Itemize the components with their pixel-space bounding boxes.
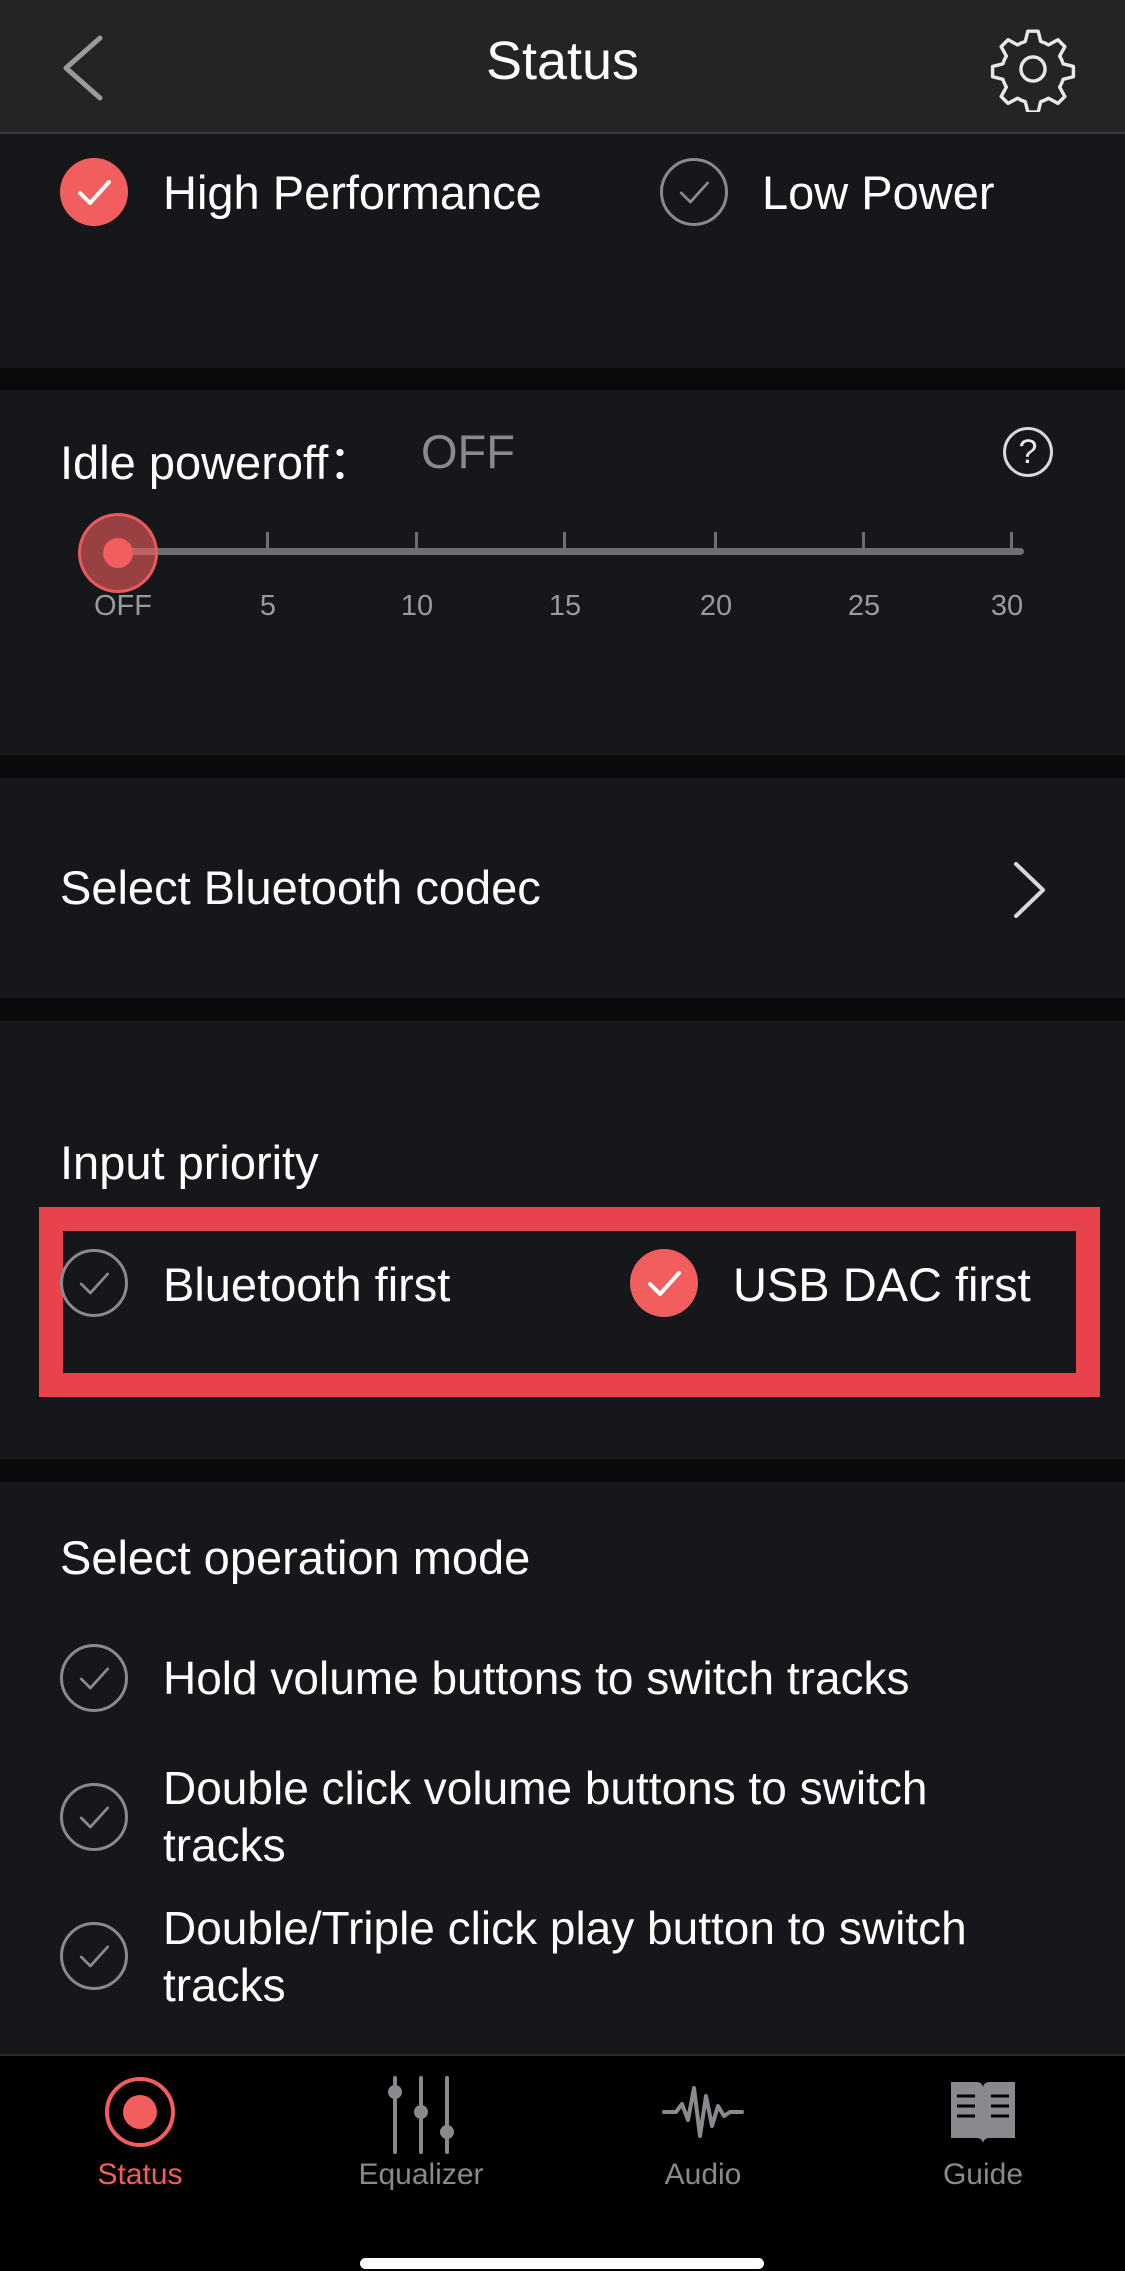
- slider-tick-label: 30: [990, 590, 1024, 622]
- chevron-right-icon: [1005, 858, 1055, 922]
- operation-mode-label-3: Double/Triple click play button to switc…: [163, 1902, 967, 2011]
- status-record-icon: [105, 2077, 175, 2147]
- idle-poweroff-value: OFF: [421, 425, 515, 478]
- input-priority-title: Input priority: [60, 1136, 319, 1189]
- slider-tick-label: 20: [699, 590, 733, 622]
- checkmark-icon: [79, 1272, 110, 1295]
- slider-tick: [862, 532, 865, 552]
- gear-icon: [990, 29, 1076, 114]
- bluetooth-first-radio[interactable]: [60, 1249, 128, 1317]
- high-performance-radio[interactable]: [60, 158, 128, 226]
- slider-tick: [1010, 532, 1013, 552]
- high-performance-label: High Performance: [163, 166, 542, 219]
- tab-audio[interactable]: Audio: [603, 2070, 803, 2220]
- operation-mode-label-2: Double click volume buttons to switch tr…: [163, 1762, 928, 1871]
- operation-mode-label-1: Hold volume buttons to switch tracks: [163, 1652, 910, 1704]
- slider-tick-label: OFF: [94, 590, 152, 622]
- checkmark-icon: [648, 1271, 681, 1296]
- usb-dac-first-radio[interactable]: [630, 1249, 698, 1317]
- checkmark-icon: [79, 1945, 110, 1968]
- slider-tick: [563, 532, 566, 552]
- tab-label: Equalizer: [358, 2158, 484, 2191]
- bluetooth-first-label: Bluetooth first: [163, 1258, 451, 1311]
- operation-mode-radio-1[interactable]: [60, 1644, 128, 1712]
- usb-dac-first-label: USB DAC first: [733, 1258, 1031, 1311]
- operation-mode-title: Select operation mode: [60, 1531, 531, 1584]
- tab-label: Status: [97, 2158, 183, 2191]
- book-icon: [951, 2082, 1015, 2144]
- checkmark-icon: [679, 181, 710, 204]
- audio-waveform-icon: [662, 2086, 744, 2138]
- slider-tick: [415, 532, 418, 552]
- slider-tick: [266, 532, 269, 552]
- tab-status[interactable]: Status: [40, 2070, 240, 2220]
- slider-tick-label: 15: [548, 590, 582, 622]
- idle-poweroff-label: Idle poweroff：: [60, 436, 376, 489]
- tab-label: Audio: [664, 2158, 742, 2191]
- operation-mode-radio-3[interactable]: [60, 1922, 128, 1990]
- checkmark-icon: [78, 180, 111, 205]
- slider-thumb-center: [103, 538, 133, 568]
- bluetooth-codec-label: Select Bluetooth codec: [60, 861, 541, 914]
- help-icon[interactable]: ?: [1003, 427, 1053, 477]
- home-indicator: [360, 2258, 764, 2269]
- low-power-label: Low Power: [762, 166, 995, 219]
- low-power-radio[interactable]: [660, 158, 728, 226]
- equalizer-sliders-icon: [388, 2076, 454, 2154]
- page-title: Status: [485, 31, 640, 91]
- settings-button[interactable]: [990, 26, 1076, 114]
- checkmark-icon: [79, 1667, 110, 1690]
- checkmark-icon: [79, 1806, 110, 1829]
- tab-label: Guide: [942, 2158, 1024, 2191]
- idle-poweroff-slider[interactable]: [120, 548, 1024, 555]
- slider-tick: [714, 532, 717, 552]
- slider-tick-label: 25: [847, 590, 881, 622]
- slider-tick-label: 5: [259, 590, 277, 622]
- operation-mode-radio-2[interactable]: [60, 1783, 128, 1851]
- tab-guide[interactable]: Guide: [883, 2070, 1083, 2220]
- tab-equalizer[interactable]: Equalizer: [321, 2070, 521, 2220]
- slider-tick-label: 10: [400, 590, 434, 622]
